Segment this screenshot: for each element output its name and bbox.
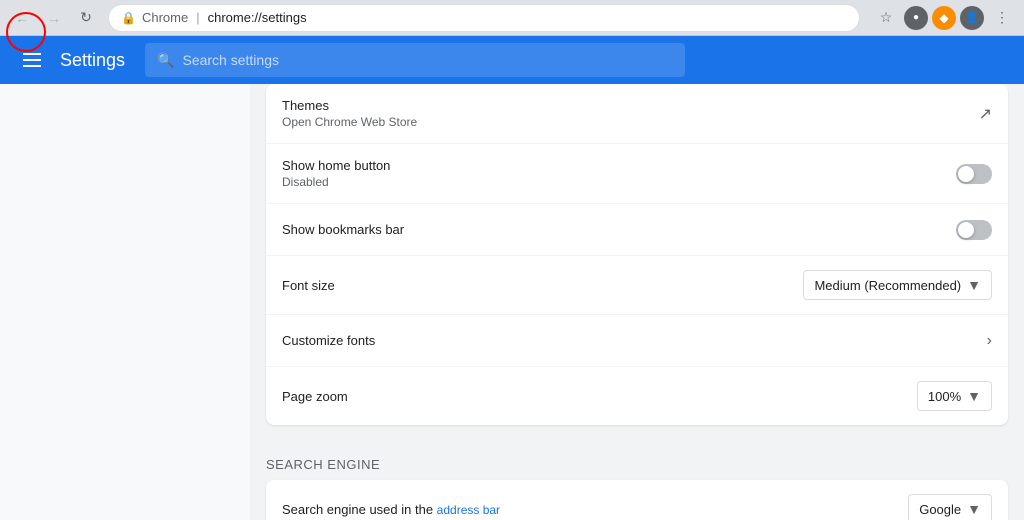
page-zoom-label: Page zoom: [282, 389, 917, 404]
themes-text: Themes Open Chrome Web Store: [282, 98, 979, 129]
search-engine-dropdown[interactable]: Google ▼: [908, 494, 992, 520]
bookmarks-bar-toggle[interactable]: [956, 220, 992, 240]
search-engine-used-text: Search engine used in the address bar: [282, 502, 908, 517]
search-engine-dropdown-arrow: ▼: [967, 501, 981, 517]
forward-button[interactable]: →: [40, 4, 68, 32]
content-area: Themes Open Chrome Web Store ↗︎ Show hom…: [250, 84, 1024, 520]
search-engine-value: Google: [919, 502, 961, 517]
reload-button[interactable]: ↻: [72, 4, 100, 32]
secure-icon: 🔒: [121, 11, 136, 25]
search-engine-card: Search engine used in the address bar Go…: [266, 480, 1008, 520]
customize-fonts-label: Customize fonts: [282, 333, 987, 348]
customize-fonts-text: Customize fonts: [282, 333, 987, 348]
home-button-label: Show home button: [282, 158, 956, 173]
font-size-dropdown[interactable]: Medium (Recommended) ▼: [803, 270, 992, 300]
bookmark-button[interactable]: ☆: [872, 4, 900, 32]
themes-sublabel: Open Chrome Web Store: [282, 115, 979, 129]
search-icon: 🔍: [157, 52, 174, 69]
themes-external-link-icon[interactable]: ↗︎: [979, 104, 992, 124]
bookmarks-bar-row: Show bookmarks bar: [266, 204, 1008, 256]
address-chrome-text: Chrome: [142, 10, 188, 25]
address-bar-link[interactable]: address bar: [437, 503, 500, 517]
extension-icon-1[interactable]: ●: [904, 6, 928, 30]
search-engine-used-label: Search engine used in the: [282, 502, 437, 517]
font-size-dropdown-arrow: ▼: [967, 277, 981, 293]
font-size-text: Font size: [282, 278, 803, 293]
search-input[interactable]: [182, 52, 673, 68]
home-button-row: Show home button Disabled: [266, 144, 1008, 204]
bookmarks-bar-text: Show bookmarks bar: [282, 222, 956, 237]
bookmarks-bar-label: Show bookmarks bar: [282, 222, 956, 237]
themes-label: Themes: [282, 98, 979, 113]
address-bar[interactable]: 🔒 Chrome | chrome://settings: [108, 4, 860, 32]
toolbar-right: ☆ ● ◆ 👤 ⋮: [872, 4, 1016, 32]
page-zoom-value: 100%: [928, 389, 961, 404]
avatar[interactable]: 👤: [960, 6, 984, 30]
home-button-toggle[interactable]: [956, 164, 992, 184]
extension-icon-2[interactable]: ◆: [932, 6, 956, 30]
page-zoom-dropdown-arrow: ▼: [967, 388, 981, 404]
font-size-value: Medium (Recommended): [814, 278, 961, 293]
page-zoom-dropdown[interactable]: 100% ▼: [917, 381, 992, 411]
sidebar: [0, 84, 250, 520]
customize-fonts-row[interactable]: Customize fonts ›: [266, 315, 1008, 367]
back-button[interactable]: ←: [8, 4, 36, 32]
font-size-row: Font size Medium (Recommended) ▼: [266, 256, 1008, 315]
home-button-text: Show home button Disabled: [282, 158, 956, 189]
home-button-sublabel: Disabled: [282, 175, 956, 189]
menu-button[interactable]: ⋮: [988, 4, 1016, 32]
hamburger-icon: [23, 53, 41, 67]
settings-header: Settings 🔍: [0, 36, 1024, 84]
address-separator: |: [196, 10, 199, 25]
search-engine-section-title: Search engine: [266, 441, 1008, 480]
page-zoom-text: Page zoom: [282, 389, 917, 404]
main-content: Themes Open Chrome Web Store ↗︎ Show hom…: [0, 84, 1024, 520]
sidebar-toggle-button[interactable]: [16, 44, 48, 76]
themes-row: Themes Open Chrome Web Store ↗︎: [266, 84, 1008, 144]
page-zoom-row: Page zoom 100% ▼: [266, 367, 1008, 425]
appearance-card: Themes Open Chrome Web Store ↗︎ Show hom…: [266, 84, 1008, 425]
nav-buttons: ← → ↻: [8, 4, 100, 32]
customize-fonts-arrow: ›: [987, 332, 992, 350]
search-engine-used-row: Search engine used in the address bar Go…: [266, 480, 1008, 520]
font-size-label: Font size: [282, 278, 803, 293]
search-bar[interactable]: 🔍: [145, 43, 685, 77]
address-url-text: chrome://settings: [208, 10, 307, 25]
browser-chrome-bar: ← → ↻ 🔒 Chrome | chrome://settings ☆ ● ◆…: [0, 0, 1024, 36]
page-title: Settings: [60, 50, 125, 71]
